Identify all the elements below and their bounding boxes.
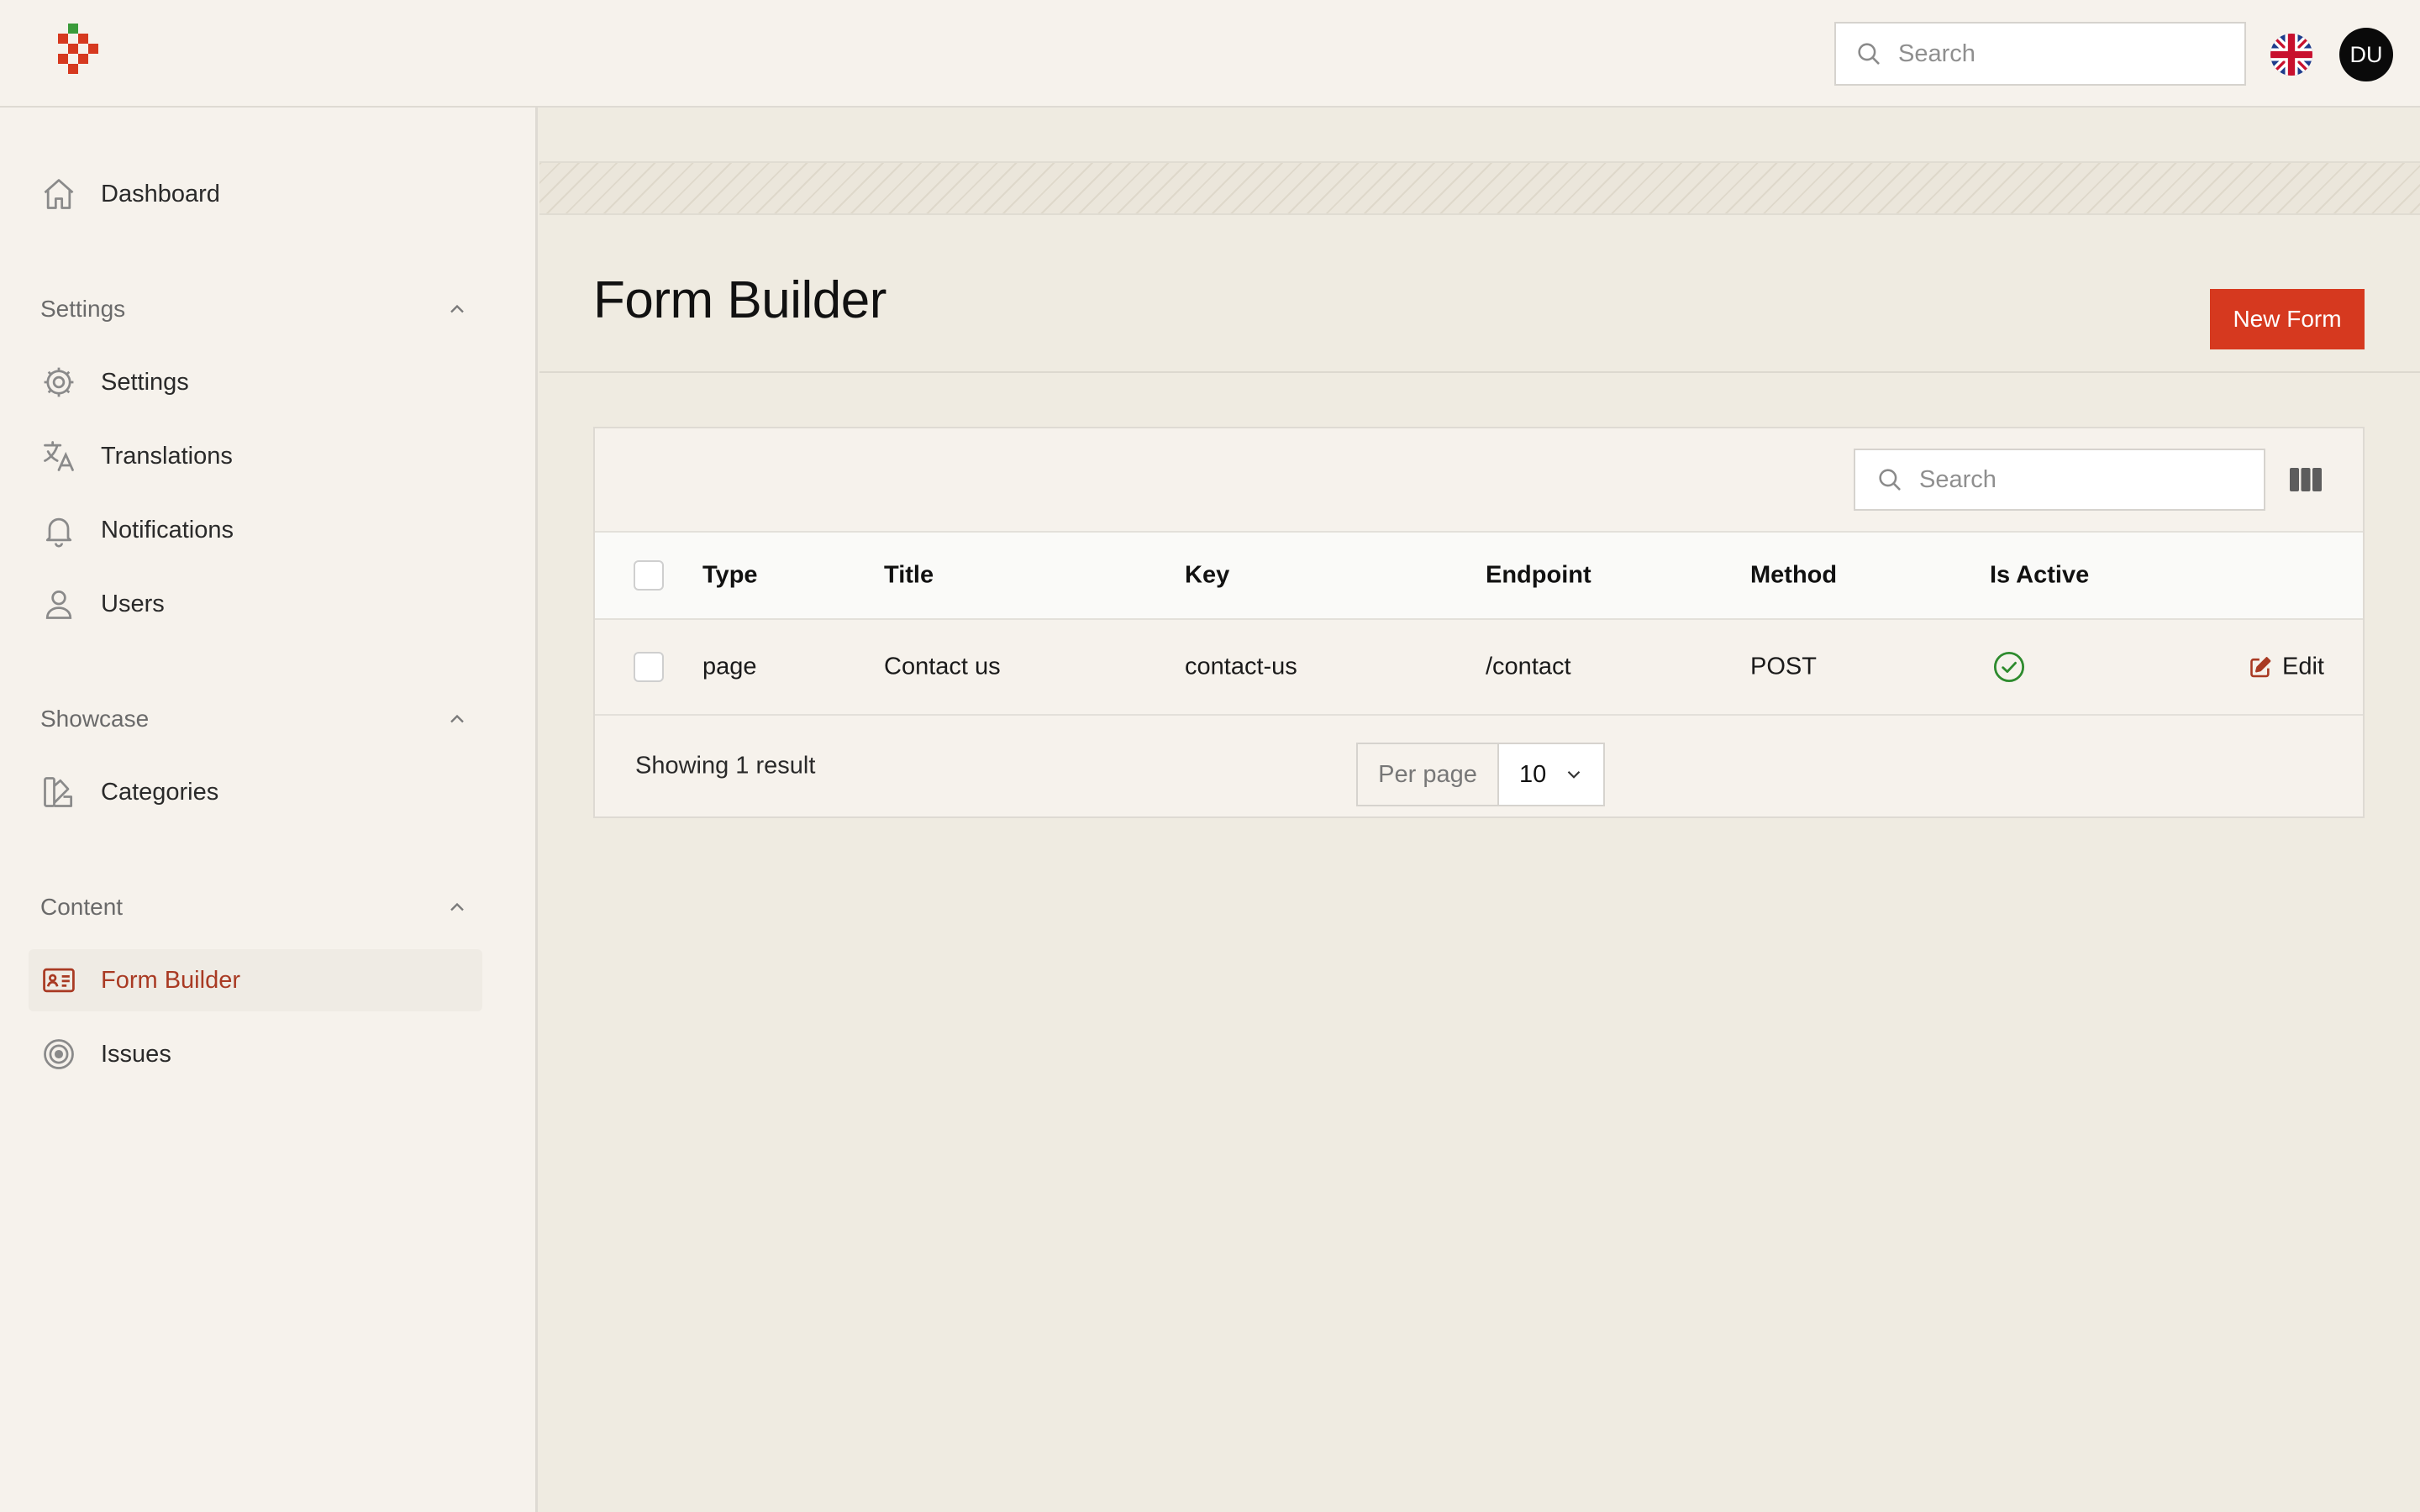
- id-card-icon: [40, 962, 77, 999]
- sidebar: Dashboard Settings Settings Translations…: [0, 108, 538, 1512]
- chevron-up-icon: [445, 297, 469, 321]
- sidebar-item-users[interactable]: Users: [29, 573, 482, 635]
- cog-icon: [40, 364, 77, 401]
- swatch-icon: [40, 774, 77, 811]
- edit-link[interactable]: Edit: [2249, 654, 2324, 681]
- avatar-initials: DU: [2349, 41, 2383, 67]
- global-search-input[interactable]: Search: [1834, 22, 2246, 86]
- columns-toggle-icon[interactable]: [2289, 465, 2323, 494]
- chevron-up-icon: [445, 707, 469, 731]
- avatar[interactable]: DU: [2339, 28, 2393, 81]
- user-icon: [40, 585, 77, 622]
- column-header-title[interactable]: Title: [884, 562, 934, 590]
- target-icon: [40, 1036, 77, 1073]
- results-count: Showing 1 result: [635, 752, 816, 780]
- bell-icon: [40, 512, 77, 549]
- section-content-toggle[interactable]: Content: [40, 886, 469, 928]
- chevron-down-icon: [1563, 764, 1585, 785]
- edit-label: Edit: [2282, 653, 2324, 680]
- search-placeholder: Search: [1898, 39, 1975, 67]
- sidebar-item-dashboard[interactable]: Dashboard: [29, 163, 482, 225]
- forms-table-card: Search Type Title Key Endpoint Method Is…: [593, 427, 2365, 818]
- cell-endpoint: /contact: [1486, 653, 1571, 680]
- logo[interactable]: [55, 24, 106, 84]
- section-title: Settings: [40, 296, 126, 322]
- sidebar-item-label: Form Builder: [101, 966, 240, 994]
- sidebar-item-categories[interactable]: Categories: [29, 761, 482, 823]
- edit-icon: [2249, 655, 2272, 679]
- decorative-stripe: [539, 161, 2420, 215]
- section-title: Content: [40, 894, 124, 920]
- home-icon: [40, 176, 77, 213]
- table-header: Type Title Key Endpoint Method Is Active: [595, 531, 2363, 620]
- sidebar-item-label: Settings: [101, 368, 189, 396]
- section-title: Showcase: [40, 706, 150, 732]
- cell-type: page: [702, 653, 757, 680]
- per-page-select[interactable]: Per page 10: [1356, 743, 1605, 806]
- uk-flag-icon[interactable]: [2270, 34, 2312, 76]
- table-row[interactable]: page Contact us contact-us /contact POST…: [595, 620, 2363, 716]
- sidebar-item-label: Users: [101, 590, 165, 617]
- sidebar-item-label: Categories: [101, 778, 219, 806]
- cell-method: POST: [1750, 653, 1817, 680]
- top-bar: Search DU: [0, 0, 2420, 108]
- sidebar-item-translations[interactable]: Translations: [29, 425, 482, 487]
- check-circle-icon: [1991, 649, 2027, 685]
- sidebar-item-settings[interactable]: Settings: [29, 351, 482, 413]
- column-header-type[interactable]: Type: [702, 562, 758, 590]
- new-form-button[interactable]: New Form: [2210, 289, 2365, 349]
- per-page-selected: 10: [1519, 760, 1547, 788]
- per-page-value[interactable]: 10: [1499, 744, 1603, 805]
- cell-key: contact-us: [1185, 653, 1297, 680]
- column-header-is-active[interactable]: Is Active: [1990, 562, 2089, 590]
- sidebar-item-label: Notifications: [101, 516, 234, 543]
- column-header-key[interactable]: Key: [1185, 562, 1229, 590]
- section-settings-toggle[interactable]: Settings: [40, 288, 469, 330]
- sidebar-item-label: Issues: [101, 1040, 171, 1068]
- sidebar-item-issues[interactable]: Issues: [29, 1023, 482, 1085]
- sidebar-item-label: Translations: [101, 442, 233, 470]
- column-header-endpoint[interactable]: Endpoint: [1486, 562, 1591, 590]
- sidebar-item-form-builder[interactable]: Form Builder: [29, 949, 482, 1011]
- select-all-checkbox[interactable]: [634, 560, 664, 591]
- search-icon: [1876, 465, 1904, 494]
- per-page-label: Per page: [1358, 744, 1499, 805]
- section-showcase-toggle[interactable]: Showcase: [40, 698, 469, 740]
- row-checkbox[interactable]: [634, 652, 664, 682]
- sidebar-item-notifications[interactable]: Notifications: [29, 499, 482, 561]
- search-placeholder: Search: [1919, 465, 1996, 493]
- cell-title: Contact us: [884, 653, 1001, 680]
- sidebar-item-label: Dashboard: [101, 180, 220, 207]
- chevron-up-icon: [445, 895, 469, 919]
- column-header-method[interactable]: Method: [1750, 562, 1837, 590]
- page-title: Form Builder: [593, 271, 886, 329]
- search-icon: [1854, 39, 1883, 68]
- table-search-input[interactable]: Search: [1854, 449, 2265, 511]
- translate-icon: [40, 438, 77, 475]
- page-header: Form Builder New Form: [539, 215, 2420, 373]
- table-footer: Showing 1 result Per page 10: [595, 716, 2363, 816]
